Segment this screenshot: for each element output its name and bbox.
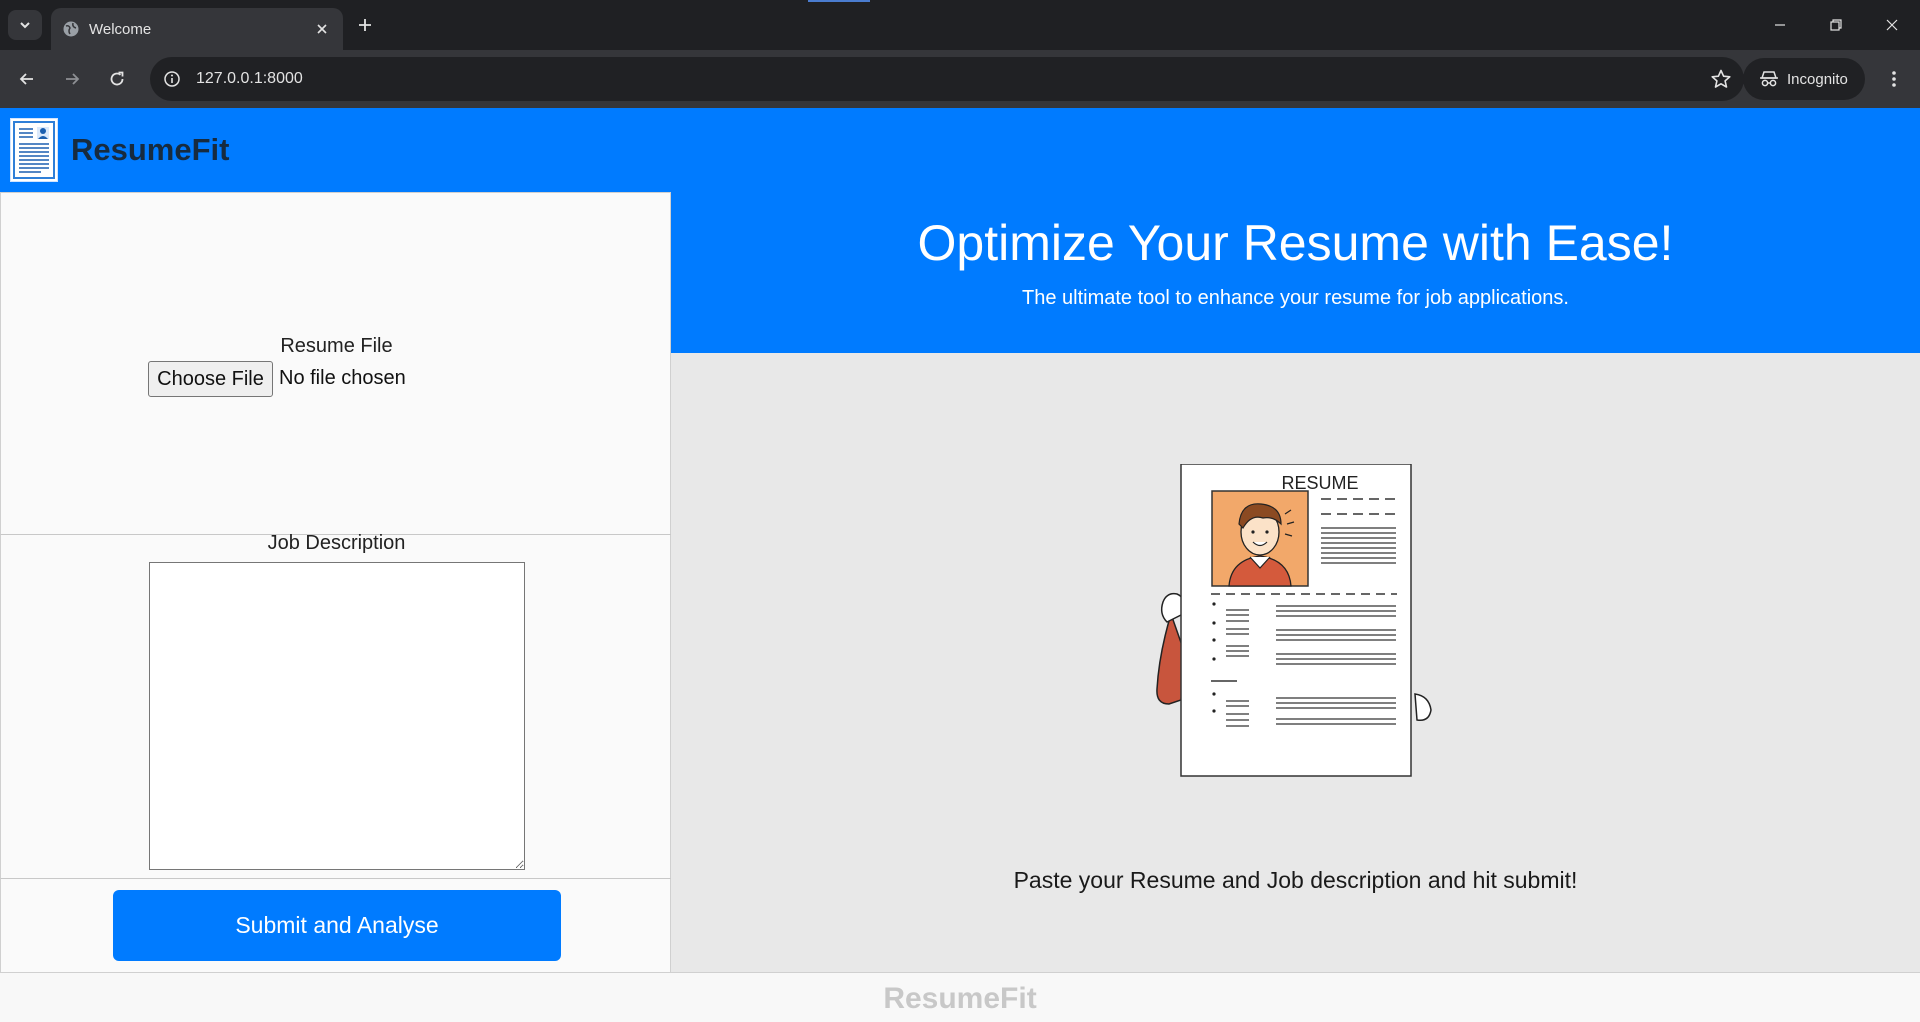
- restore-icon: [1830, 19, 1842, 31]
- plus-icon: [359, 19, 371, 31]
- incognito-indicator[interactable]: Incognito: [1743, 58, 1865, 100]
- input-panel: Resume File Choose File No file chosen J…: [0, 192, 671, 972]
- instructions-text: Paste your Resume and Job description an…: [1013, 867, 1578, 893]
- footer: ResumeFit: [0, 972, 1920, 1022]
- browser-tabstrip: Welcome: [0, 0, 1920, 50]
- info-panel: Optimize Your Resume with Ease! The ulti…: [671, 192, 1920, 972]
- app-header: ResumeFit: [0, 108, 1920, 192]
- chevron-down-icon: [20, 22, 30, 29]
- url-text: 127.0.0.1:8000: [196, 70, 303, 87]
- new-tab-button[interactable]: [352, 12, 378, 38]
- tab-search-button[interactable]: [8, 10, 42, 40]
- hero-subtitle: The ultimate tool to enhance your resume…: [1022, 287, 1569, 309]
- resume-logo-icon[interactable]: [10, 118, 58, 182]
- bookmark-star-icon[interactable]: [1710, 68, 1732, 90]
- resume-file-label: Resume File: [280, 335, 393, 357]
- window-controls: [1752, 0, 1920, 50]
- job-description-label: Job Description: [267, 532, 406, 554]
- incognito-icon: [1760, 71, 1778, 87]
- submit-analyse-button[interactable]: Submit and Analyse: [113, 890, 561, 961]
- back-button[interactable]: [13, 65, 41, 93]
- close-icon: [1886, 19, 1898, 31]
- minimize-button[interactable]: [1752, 0, 1808, 50]
- tabstrip-accent: [808, 0, 870, 2]
- app-brand[interactable]: ResumeFit: [71, 132, 229, 168]
- hero-title: Optimize Your Resume with Ease!: [917, 215, 1674, 271]
- reload-button[interactable]: [103, 65, 131, 93]
- hero-banner: Optimize Your Resume with Ease! The ulti…: [671, 192, 1920, 353]
- submit-section: Submit and Analyse: [0, 878, 671, 972]
- restore-button[interactable]: [1808, 0, 1864, 50]
- job-description-textarea[interactable]: [149, 562, 525, 870]
- file-status-text: No file chosen: [279, 367, 406, 389]
- arrow-right-icon: [66, 73, 80, 85]
- resume-upload-section: Resume File Choose File No file chosen: [0, 192, 671, 534]
- close-icon: [317, 24, 327, 34]
- minimize-icon: [1775, 24, 1785, 26]
- tab-welcome[interactable]: Welcome: [51, 8, 343, 50]
- close-window-button[interactable]: [1864, 0, 1920, 50]
- more-vert-icon: [1892, 71, 1896, 87]
- site-info-icon[interactable]: [160, 67, 184, 91]
- reload-icon: [110, 71, 124, 86]
- tab-title: Welcome: [89, 21, 152, 38]
- browser-menu-button[interactable]: [1880, 65, 1908, 93]
- resume-illustration: [1156, 464, 1432, 777]
- incognito-label: Incognito: [1787, 70, 1848, 88]
- address-bar[interactable]: 127.0.0.1:8000: [150, 57, 1744, 101]
- browser-toolbar: 127.0.0.1:8000 Incognito: [0, 50, 1920, 108]
- forward-button[interactable]: [58, 65, 86, 93]
- globe-icon: [62, 20, 80, 38]
- footer-brand: ResumeFit: [883, 982, 1037, 1015]
- tab-close-button[interactable]: [311, 18, 333, 40]
- choose-file-button[interactable]: Choose File: [148, 361, 273, 397]
- arrow-left-icon: [19, 73, 33, 85]
- job-description-section: Job Description: [0, 532, 671, 878]
- illustration-heading: RESUME: [1281, 473, 1359, 493]
